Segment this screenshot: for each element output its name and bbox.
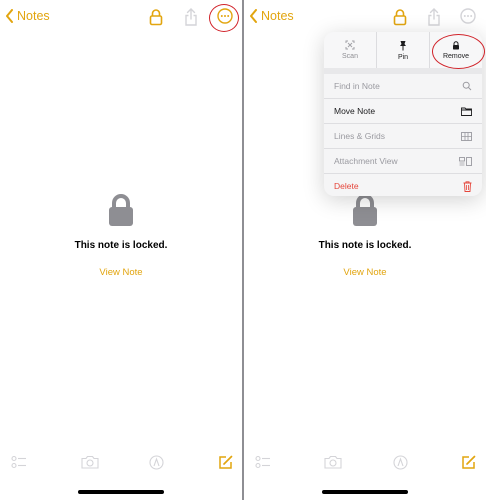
lock-icon[interactable] [393,8,407,26]
menu-item-label: Lines & Grids [334,131,386,141]
menu-item-label: Delete [334,181,359,191]
checklist-icon[interactable] [11,455,27,469]
folder-icon [461,107,472,116]
scan-label: Scan [342,53,358,60]
pin-icon [400,40,406,50]
right-screen: Notes This note is locked. View Note Sca… [244,0,486,500]
checklist-icon[interactable] [255,455,271,469]
menu-item-find-in-note[interactable]: Find in Note [324,74,482,98]
attachment-view-icon [459,156,472,166]
home-indicator [78,490,164,494]
compose-icon[interactable] [218,455,233,470]
note-lock-icon [353,194,377,226]
pin-button[interactable]: Pin [377,32,429,68]
chevron-left-icon [250,9,257,23]
search-icon [462,81,472,91]
chevron-left-icon [6,9,13,23]
locked-message: This note is locked. [74,240,168,251]
grid-icon [461,131,472,141]
menu-item-label: Move Note [334,106,376,116]
camera-icon[interactable] [81,455,99,469]
menu-item-attachment-view[interactable]: Attachment View [324,149,482,173]
locked-message: This note is locked. [318,240,412,251]
menu-item-label: Attachment View [334,156,398,166]
scan-icon [345,40,355,50]
back-button[interactable]: Notes [5,9,50,23]
home-indicator [322,490,408,494]
menu-item-delete[interactable]: Delete [324,174,482,196]
markup-icon[interactable] [149,455,164,470]
left-screen: Notes This note is locked. View Note [0,0,242,500]
more-options-icon[interactable] [460,8,476,24]
annotation-circle-remove [432,34,485,69]
menu-item-move-note[interactable]: Move Note [324,99,482,123]
pin-label: Pin [397,53,409,61]
markup-icon[interactable] [393,455,408,470]
camera-icon[interactable] [324,455,342,469]
note-lock-icon [109,194,133,226]
compose-icon[interactable] [461,455,476,470]
lock-icon[interactable] [149,8,163,26]
back-label: Notes [17,9,50,23]
share-icon[interactable] [184,8,198,26]
annotation-circle-more [209,4,239,32]
back-button[interactable]: Notes [249,9,294,23]
scan-button[interactable]: Scan [324,32,376,68]
view-note-button[interactable]: View Note [0,267,242,278]
menu-item-label: Find in Note [334,81,380,91]
menu-item-lines-grids[interactable]: Lines & Grids [324,124,482,148]
share-icon[interactable] [427,8,441,26]
view-note-button[interactable]: View Note [244,267,486,278]
trash-icon [463,180,472,192]
back-label: Notes [261,9,294,23]
